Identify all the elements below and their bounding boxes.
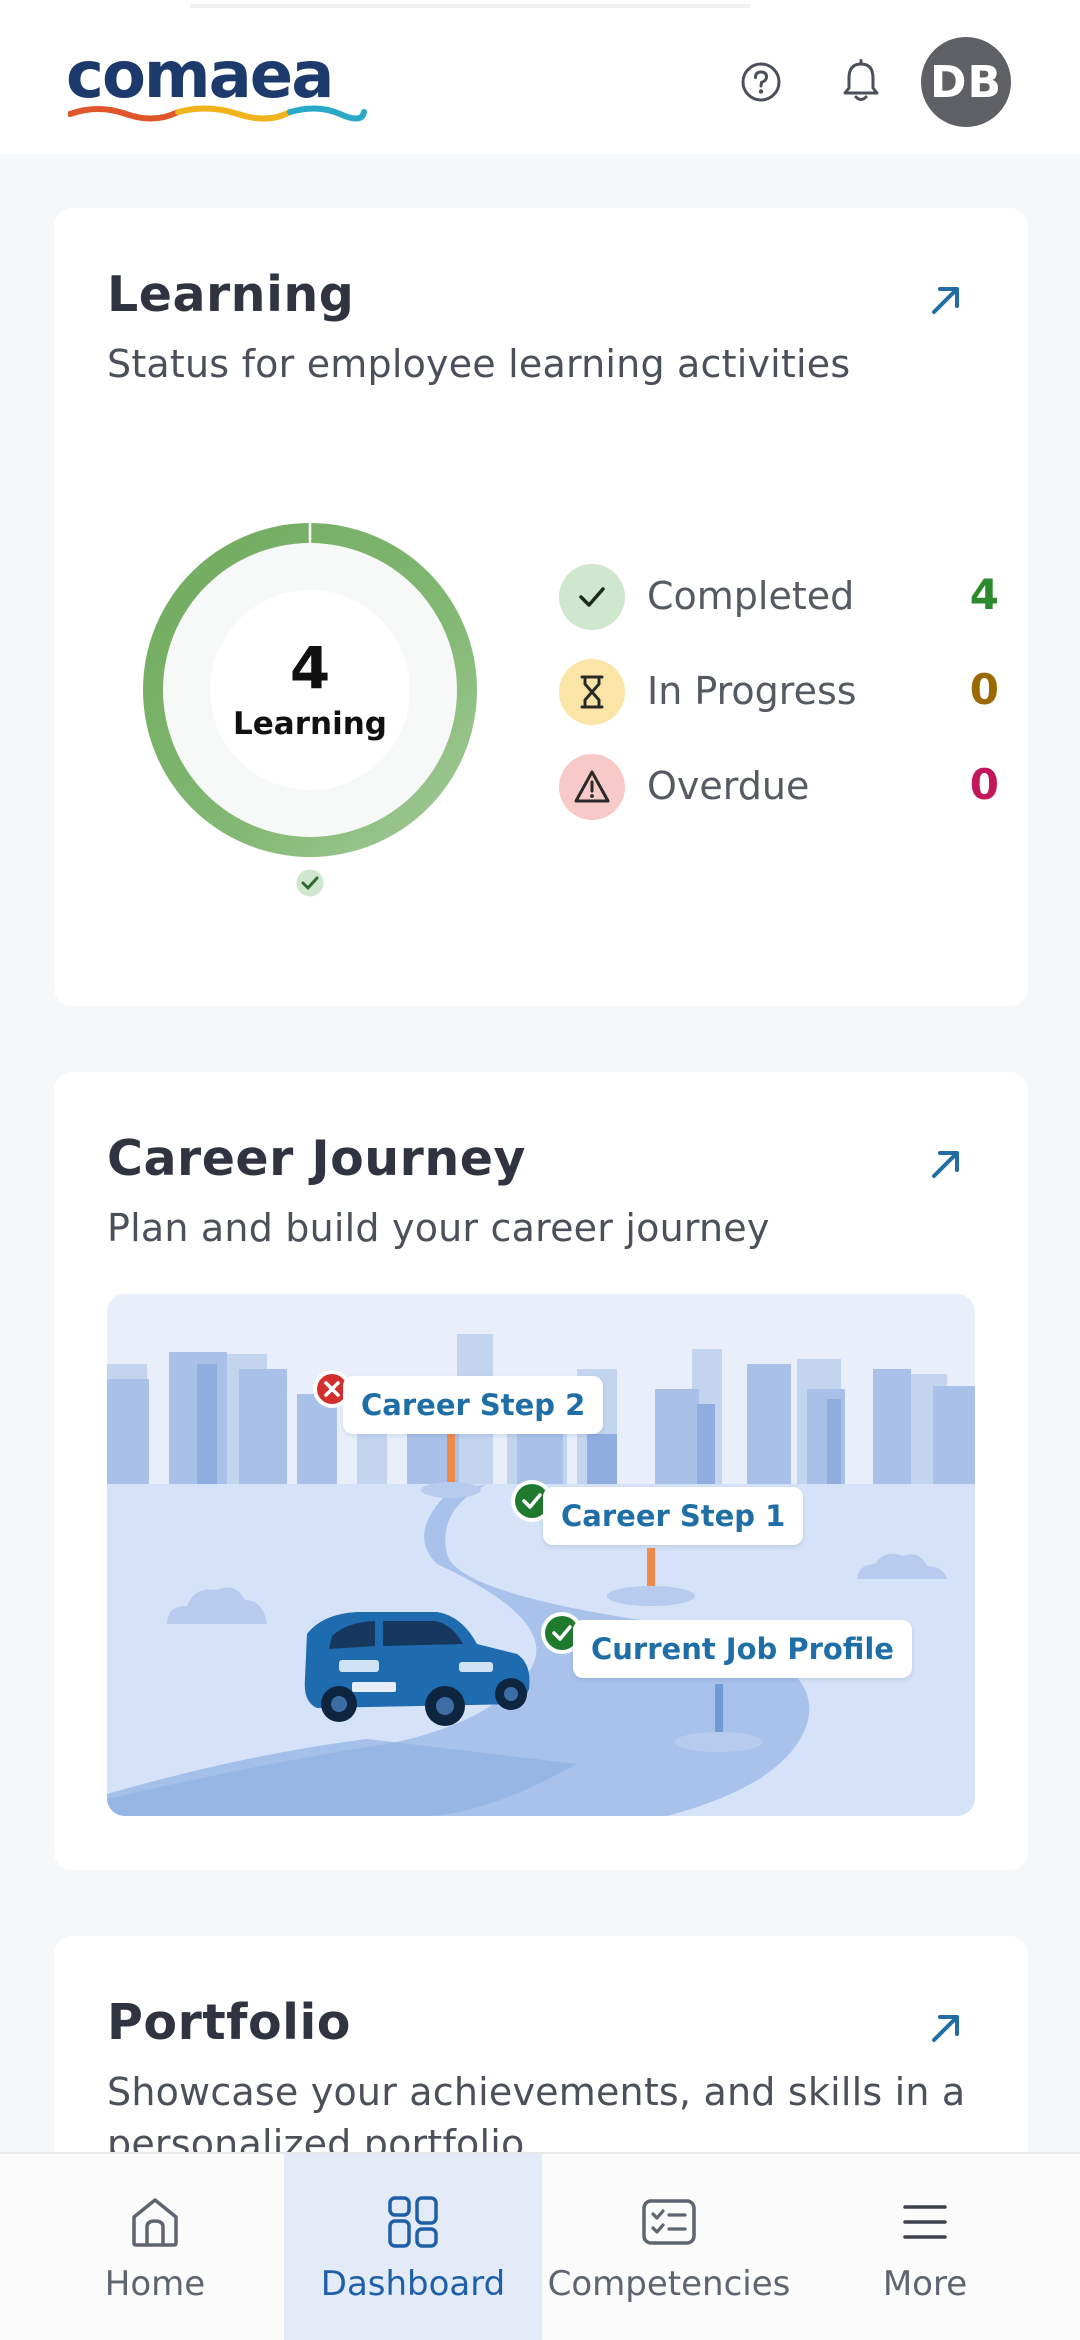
stat-overdue[interactable]: Overdue 0: [559, 752, 999, 822]
learning-open-arrow-icon[interactable]: [924, 278, 968, 322]
comaea-logo[interactable]: comaea: [66, 40, 367, 130]
status-strip: [190, 4, 750, 8]
career-title: Career Journey: [107, 1130, 526, 1187]
check-icon: [559, 564, 625, 630]
current-job-profile-label[interactable]: Current Job Profile: [573, 1620, 912, 1678]
portfolio-open-arrow-icon[interactable]: [924, 2006, 968, 2050]
learning-title: Learning: [107, 266, 355, 323]
career-step-1-label[interactable]: Career Step 1: [543, 1487, 804, 1545]
bottom-navigation: Home Dashboard Competencies More: [0, 2152, 1080, 2340]
career-step-2-label[interactable]: Career Step 2: [343, 1376, 604, 1434]
learning-donut-chart: 4 Learning: [124, 508, 504, 900]
donut-check-icon: [293, 866, 327, 900]
stat-in-progress[interactable]: In Progress 0: [559, 657, 999, 727]
learning-total: 4: [289, 634, 331, 702]
career-journey-illustration[interactable]: Career Step 2 Career Step 1 Current Job …: [107, 1294, 975, 1816]
learning-subtitle: Status for employee learning activities: [107, 342, 851, 386]
help-circle-icon[interactable]: [738, 59, 784, 105]
career-subtitle: Plan and build your career journey: [107, 1206, 770, 1250]
menu-icon: [895, 2192, 955, 2252]
stat-completed-value: 4: [969, 570, 999, 619]
nav-home[interactable]: Home: [26, 2154, 284, 2340]
learning-card: Learning Status for employee learning ac…: [54, 208, 1028, 1006]
nav-more-label: More: [882, 2264, 968, 2304]
portfolio-title: Portfolio: [107, 1994, 351, 2051]
career-journey-card: Career Journey Plan and build your caree…: [54, 1072, 1028, 1870]
hourglass-icon: [559, 659, 625, 725]
logo-waves-icon: [68, 105, 367, 122]
avatar[interactable]: DB: [921, 37, 1011, 127]
dashboard-icon: [383, 2192, 443, 2252]
nav-home-label: Home: [104, 2264, 206, 2304]
nav-dashboard[interactable]: Dashboard: [284, 2154, 542, 2340]
home-icon: [125, 2192, 185, 2252]
nav-dashboard-label: Dashboard: [320, 2264, 506, 2304]
stat-overdue-value: 0: [969, 760, 999, 809]
stat-completed-label: Completed: [647, 574, 855, 618]
stat-overdue-label: Overdue: [647, 764, 810, 808]
career-open-arrow-icon[interactable]: [924, 1142, 968, 1186]
nav-competencies-label: Competencies: [547, 2264, 791, 2304]
learning-center-label: Learning: [233, 706, 387, 742]
stat-in-progress-label: In Progress: [647, 669, 857, 713]
nav-competencies[interactable]: Competencies: [540, 2154, 798, 2340]
stat-completed[interactable]: Completed 4: [559, 562, 999, 632]
stat-in-progress-value: 0: [969, 665, 999, 714]
bell-icon[interactable]: [838, 59, 884, 105]
app-header: comaea DB: [0, 0, 1080, 154]
portfolio-subtitle-line1: Showcase your achievements, and skills i…: [107, 2070, 966, 2114]
warning-icon: [559, 754, 625, 820]
competencies-icon: [639, 2192, 699, 2252]
nav-more[interactable]: More: [796, 2154, 1054, 2340]
